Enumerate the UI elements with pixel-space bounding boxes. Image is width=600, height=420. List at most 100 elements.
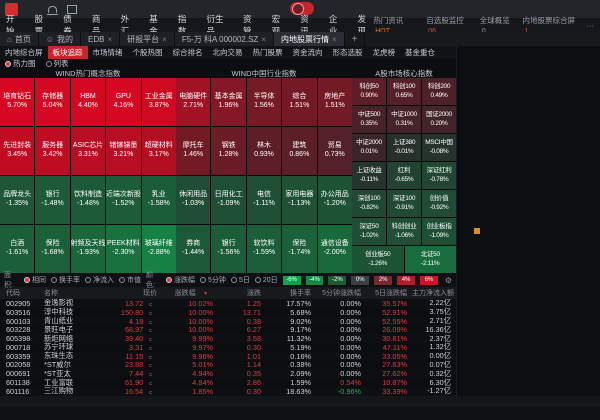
col-header-1[interactable]: 名称 — [44, 288, 110, 298]
heatmap-tile[interactable]: 半导体1.56% — [247, 78, 281, 126]
close-icon[interactable]: × — [261, 35, 266, 44]
heatmap-tile[interactable]: 上证380-0.01% — [387, 134, 421, 161]
heatmap-tile[interactable]: 先进封装3.45% — [0, 127, 34, 175]
tab-1[interactable]: ☺我的 — [39, 32, 81, 46]
radio-option-1-0[interactable]: 涨跌幅 — [166, 275, 195, 285]
heatmap-tile[interactable]: 国证20000.20% — [422, 106, 456, 133]
subnav-item-4[interactable]: 综合排名 — [168, 46, 208, 59]
heatmap-tile[interactable]: 基本金属1.96% — [211, 78, 245, 126]
subnav-item-9[interactable]: 龙虎榜 — [368, 46, 401, 59]
col-header-8[interactable]: 主力净流入额 — [412, 288, 456, 298]
subnav-item-7[interactable]: 资金流向 — [288, 46, 328, 59]
heatmap-tile[interactable]: 林木0.93% — [247, 127, 281, 175]
heatmap-tile[interactable]: 休闲用品-1.03% — [176, 176, 210, 224]
heatmap-tile[interactable]: 创业板50-1.26% — [352, 246, 404, 273]
heatmap-tile[interactable]: 创业板指-1.09% — [422, 218, 456, 245]
heatmap-tile[interactable]: 通信设备-2.00% — [318, 225, 352, 273]
heatmap-tile[interactable]: 创价值-0.92% — [422, 190, 456, 217]
lock-icon[interactable] — [474, 228, 480, 234]
tab-0[interactable]: ⌂首页 — [0, 32, 39, 46]
heatmap-tile[interactable]: 保险-1.68% — [35, 225, 69, 273]
heatmap-tile[interactable]: 近端次新股-1.52% — [106, 176, 140, 224]
heatmap-tile[interactable]: 锗镓锑墨3.21% — [106, 127, 140, 175]
close-icon[interactable]: × — [162, 35, 167, 44]
heatmap-tile[interactable]: ASIC芯片3.31% — [71, 127, 105, 175]
heatmap-tile[interactable]: 科创1000.65% — [387, 78, 421, 105]
radio-option-1-3[interactable]: 20日 — [255, 275, 278, 285]
heatmap-tile[interactable]: 贸易0.73% — [318, 127, 352, 175]
subnav-item-5[interactable]: 北向交易 — [208, 46, 248, 59]
radio-option-1-2[interactable]: 5日 — [231, 275, 250, 285]
heatmap-tile[interactable]: 红利-0.65% — [387, 162, 421, 189]
heatmap-tile[interactable]: 北证50-2.11% — [405, 246, 457, 273]
heatmap-tile[interactable]: 培育钻石5.70% — [0, 78, 34, 126]
heatmap-tile[interactable]: 保险-1.74% — [282, 225, 316, 273]
heatmap-tile[interactable]: 券商-1.44% — [176, 225, 210, 273]
heatmap-tile[interactable]: PEEK材料-2.30% — [106, 225, 140, 273]
col-header-5[interactable]: 换手率 — [266, 288, 316, 298]
heatmap-tile[interactable]: 中证10000.31% — [387, 106, 421, 133]
heatmap-tile[interactable]: 工业金属3.87% — [142, 78, 176, 126]
heatmap-tile[interactable]: 银行-1.56% — [211, 225, 245, 273]
col-header-2[interactable]: 现价 — [110, 288, 162, 298]
quick-link-4[interactable]: ··· — [586, 21, 594, 30]
col-header-6[interactable]: 5分钟涨跌幅 — [316, 288, 366, 298]
heatmap-tile[interactable]: 科创2000.49% — [422, 78, 456, 105]
heatmap-tile[interactable]: 钢铁1.28% — [211, 127, 245, 175]
tab-5[interactable]: 内地股票行情× — [274, 32, 345, 46]
heatmap-tile[interactable]: 综合1.51% — [282, 78, 316, 126]
heatmap-tile[interactable]: 深证50-1.02% — [352, 218, 386, 245]
close-icon[interactable]: × — [332, 35, 337, 44]
radio-option-0-0[interactable]: 相同 — [24, 275, 46, 285]
heatmap-tile[interactable]: 深证100-0.91% — [387, 190, 421, 217]
subnav-item-8[interactable]: 形态选股 — [328, 46, 368, 59]
col-header-0[interactable]: 代码 — [0, 288, 44, 298]
heatmap-tile[interactable]: 超硬材料3.17% — [142, 127, 176, 175]
heatmap-tile[interactable]: 摩托车1.46% — [176, 127, 210, 175]
heatmap-tile[interactable]: 射频及天线-1.93% — [71, 225, 105, 273]
bell-icon[interactable] — [48, 6, 57, 13]
heatmap-tile[interactable]: 乳业-1.58% — [142, 176, 176, 224]
heatmap-tile[interactable]: HBM4.40% — [71, 78, 105, 126]
col-header-4[interactable]: 涨跌 — [218, 288, 266, 298]
heatmap-tile[interactable]: 科创500.90% — [352, 78, 386, 105]
radio-option-0-2[interactable]: 净流入 — [85, 275, 114, 285]
heatmap-tile[interactable]: 电脑硬件2.71% — [176, 78, 210, 126]
table-row[interactable]: 601116三江购物16.54c1.85%0.3018.63%-0.96%33.… — [0, 387, 456, 396]
tab-4[interactable]: F5-万 科A 000002.SZ× — [175, 32, 274, 46]
heatmap-tile[interactable]: 深证红利-0.78% — [422, 162, 456, 189]
heatmap-tile[interactable]: 上证收益-0.11% — [352, 162, 386, 189]
heatmap-tile[interactable]: 房地产1.51% — [318, 78, 352, 126]
heatmap-tile[interactable]: MSCI中国-0.08% — [422, 134, 456, 161]
heatmap-tile[interactable]: 建筑0.86% — [282, 127, 316, 175]
tab-new[interactable]: + — [345, 32, 366, 46]
heatmap-tile[interactable]: 家用电器-1.13% — [282, 176, 316, 224]
heatmap-tile[interactable]: 办公用品-1.20% — [318, 176, 352, 224]
radio-option-0-1[interactable]: 换手率 — [51, 275, 80, 285]
heatmap-tile[interactable]: 存储器5.04% — [35, 78, 69, 126]
heatmap-tile[interactable]: 深创100-0.82% — [352, 190, 386, 217]
heatmap-tile[interactable]: 银行-1.48% — [35, 176, 69, 224]
subnav-item-10[interactable]: 基金重仓 — [400, 46, 440, 59]
subnav-item-3[interactable]: 个股热图 — [128, 46, 168, 59]
gear-icon[interactable]: ⚙ — [445, 276, 452, 285]
heatmap-tile[interactable]: 日用化工-1.09% — [211, 176, 245, 224]
col-header-3[interactable]: 涨跌幅 ▼ — [162, 288, 218, 298]
subnav-item-6[interactable]: 热门股票 — [248, 46, 288, 59]
heatmap-tile[interactable]: 白酒-1.61% — [0, 225, 34, 273]
heatmap-tile[interactable]: 中证20000.01% — [352, 134, 386, 161]
heatmap-tile[interactable]: 服务器3.42% — [35, 127, 69, 175]
subnav-item-2[interactable]: 市场情绪 — [88, 46, 128, 59]
tab-2[interactable]: EDB× — [81, 32, 120, 46]
col-header-7[interactable]: 5日涨跌幅 — [366, 288, 412, 298]
heatmap-tile[interactable]: 软饮料-1.59% — [247, 225, 281, 273]
heatmap-tile[interactable]: 饮料制造-1.48% — [71, 176, 105, 224]
tab-3[interactable]: 研报平台× — [120, 32, 175, 46]
heatmap-tile[interactable]: 科创创业-1.06% — [387, 218, 421, 245]
heatmap-tile[interactable]: 中证5000.35% — [352, 106, 386, 133]
radio-option-1-1[interactable]: 5分钟 — [200, 275, 226, 285]
heatmap-tile[interactable]: GPU4.16% — [106, 78, 140, 126]
heatmap-tile[interactable]: 玻璃纤维-2.88% — [142, 225, 176, 273]
chevron-down-icon[interactable] — [588, 32, 600, 46]
close-icon[interactable]: × — [107, 35, 112, 44]
